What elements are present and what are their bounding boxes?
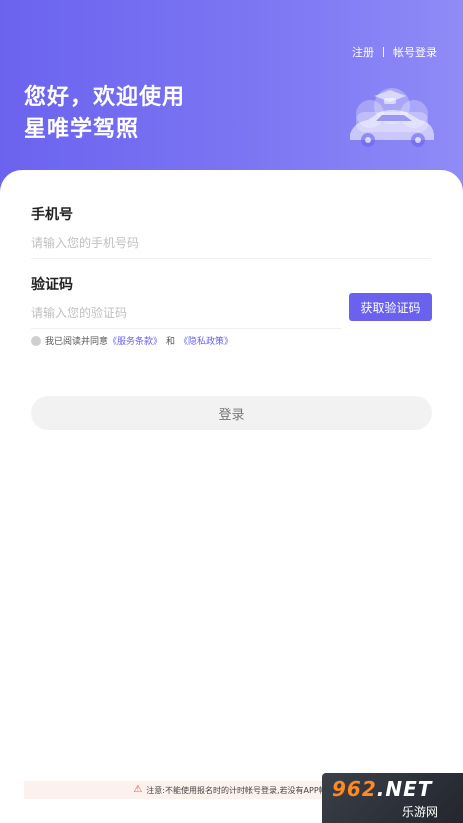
watermark-suffix: .NET xyxy=(376,777,433,801)
code-field-wrap xyxy=(31,302,341,329)
welcome-line-2: 星唯学驾照 xyxy=(24,117,140,142)
login-card xyxy=(0,170,463,823)
get-code-button[interactable]: 获取验证码 xyxy=(349,293,432,321)
code-label: 验证码 xyxy=(31,277,73,293)
car-graduation-icon xyxy=(350,88,434,147)
notice-text: 注意:不能使用报名时的计时帐号登录,若没有APP帐号 xyxy=(146,785,335,795)
link-divider xyxy=(383,47,384,57)
warning-icon: ⚠ xyxy=(133,784,143,795)
top-links: 注册 帐号登录 xyxy=(352,44,437,60)
agreement-prefix: 我已阅读并同意 xyxy=(45,337,109,347)
watermark-number: 962 xyxy=(332,777,377,801)
login-button[interactable]: 登录 xyxy=(31,396,432,430)
register-link[interactable]: 注册 xyxy=(352,44,374,60)
site-watermark: 962.NET 乐游网 xyxy=(322,773,463,823)
phone-label: 手机号 xyxy=(31,207,73,223)
agreement-and: 和 xyxy=(166,337,176,347)
watermark-subtitle: 乐游网 xyxy=(402,805,439,819)
agreement-row: 我已阅读并同意 《服务条款》 和 《隐私政策》 xyxy=(31,334,233,347)
privacy-policy-link[interactable]: 《隐私政策》 xyxy=(179,334,233,347)
service-terms-link[interactable]: 《服务条款》 xyxy=(108,334,162,347)
welcome-text: 您好，欢迎使用 星唯学驾照 xyxy=(24,82,185,146)
welcome-line-1: 您好，欢迎使用 xyxy=(24,85,186,110)
phone-input[interactable] xyxy=(31,236,431,250)
phone-field-wrap xyxy=(31,232,431,259)
account-login-link[interactable]: 帐号登录 xyxy=(393,44,437,60)
code-input[interactable] xyxy=(31,306,341,320)
watermark-brand: 962.NET xyxy=(332,777,432,801)
agreement-radio[interactable] xyxy=(31,335,41,346)
